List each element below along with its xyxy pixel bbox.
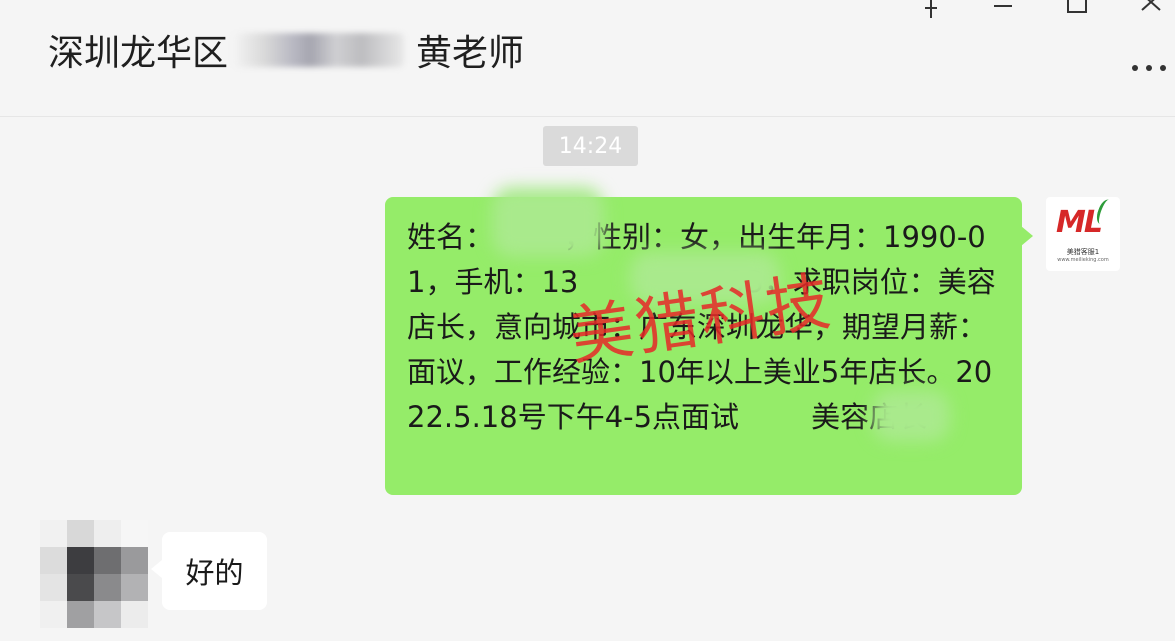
avatar-pixel [121,520,148,547]
chat-title-prefix: 深圳龙华区 [48,33,229,74]
maximize-icon[interactable] [1064,0,1090,27]
avatar-pixel [40,574,67,601]
logo-swoosh-icon [1093,197,1116,227]
avatar-pixel [121,601,148,628]
logo-subcaption: www.meilieking.com [1057,257,1109,263]
avatar-pixel [94,574,121,601]
incoming-message-bubble[interactable]: 好的 [162,532,267,610]
close-icon[interactable] [1138,0,1164,27]
pin-icon[interactable] [918,0,944,27]
incoming-bubble-tail [151,560,162,578]
redaction-blur-store [872,390,950,442]
redaction-blur-name [492,187,604,257]
avatar-pixel [67,547,94,574]
avatar-pixel [40,547,67,574]
avatar-pixel [67,520,94,547]
more-icon[interactable] [1131,50,1167,80]
chat-title: 深圳龙华区 黄老师 [48,24,524,76]
avatar-pixel [40,601,67,628]
avatar-pixel [67,601,94,628]
redacted-name [234,33,405,67]
avatar-pixel [121,574,148,601]
avatar-pixel [94,520,121,547]
avatar-pixel [121,547,148,574]
contact-avatar[interactable] [40,520,148,628]
avatar-pixel [40,520,67,547]
self-avatar[interactable]: ML 美猎客服1 www.meilieking.com [1046,197,1120,271]
logo-caption: 美猎客服1 [1066,248,1100,256]
outgoing-text-part-1: 姓名： [407,220,495,254]
chat-header: 深圳龙华区 黄老师 [0,0,1175,117]
redaction-blur-phone [630,252,780,304]
incoming-text: 好的 [185,556,244,590]
minimize-icon[interactable] [990,0,1016,27]
outgoing-bubble-tail [1021,226,1033,246]
message-timestamp: 14:24 [543,126,638,166]
avatar-pixel [94,601,121,628]
outgoing-message-bubble[interactable]: 姓名： ，性别：女，出生年月：1990-01，手机：13 733，求职岗位：美容店长… [385,197,1022,495]
avatar-pixel [94,547,121,574]
logo-letters: ML [1056,205,1103,240]
chat-title-suffix: 黄老师 [416,33,525,74]
avatar-pixel [67,574,94,601]
